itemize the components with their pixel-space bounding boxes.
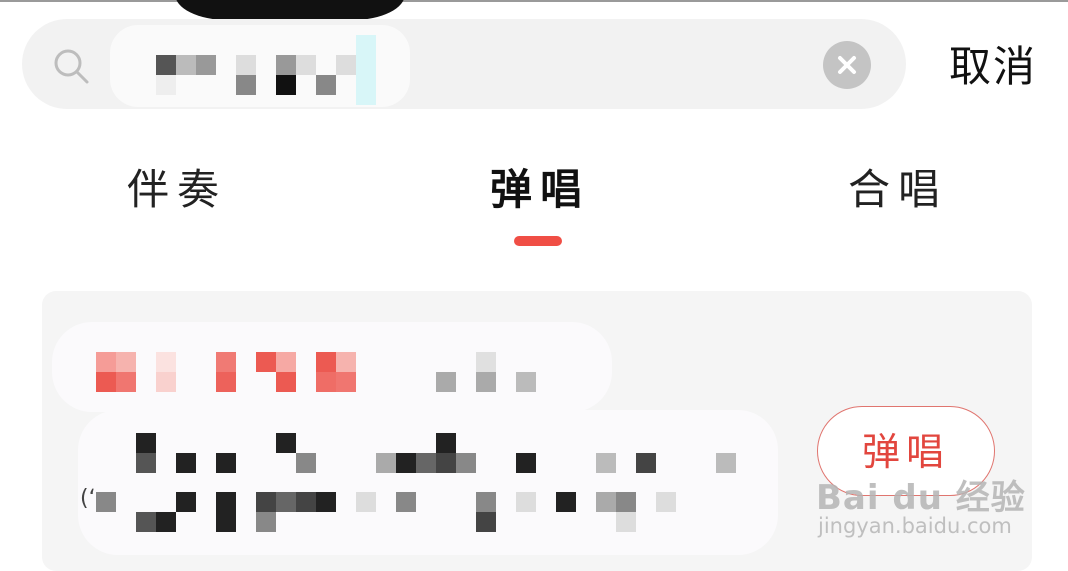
close-icon <box>838 56 856 74</box>
clear-search-button[interactable] <box>823 41 871 89</box>
active-tab-indicator <box>514 236 562 246</box>
cancel-button[interactable]: 取消 <box>938 40 1048 94</box>
redacted-details <box>78 410 778 555</box>
tab-chorus[interactable]: 合唱 <box>828 160 968 220</box>
status-bar-edge <box>0 0 1068 2</box>
watermark-logo: Bai du 经验 <box>816 478 1026 518</box>
redacted-query <box>110 25 410 107</box>
partial-text-fragment: (ʻ <box>80 486 96 511</box>
search-icon <box>52 47 92 87</box>
watermark-url: jingyan.baidu.com <box>818 514 1012 538</box>
tab-sing-play[interactable]: 弹唱 <box>470 160 610 220</box>
redaction-stroke <box>175 0 405 20</box>
tab-accompaniment[interactable]: 伴奏 <box>107 160 247 220</box>
search-bar[interactable] <box>22 19 906 109</box>
